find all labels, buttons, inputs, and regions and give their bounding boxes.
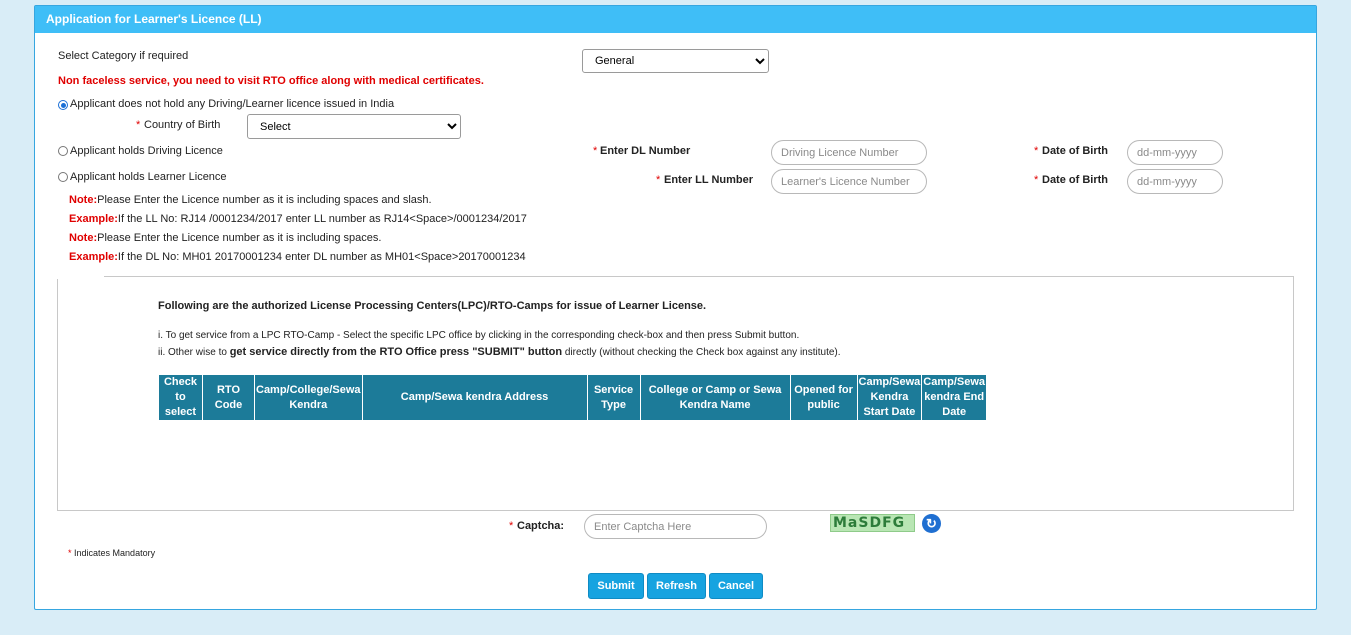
mandatory-note-text: Indicates Mandatory: [74, 548, 156, 558]
col-check-to-select: Check to select: [158, 374, 203, 421]
example-prefix: Example:: [69, 213, 118, 225]
example-line: Example:If the LL No: RJ14 /0001234/2017…: [69, 213, 527, 225]
radio-no-licence-label: Applicant does not hold any Driving/Lear…: [70, 98, 395, 110]
country-of-birth-select[interactable]: Select: [247, 114, 461, 139]
radio-no-licence[interactable]: [58, 100, 68, 110]
col-kendra-name: College or Camp or Sewa Kendra Name: [639, 374, 791, 421]
example-text: If the LL No: RJ14 /0001234/2017 enter L…: [117, 213, 527, 225]
country-required-asterisk: *: [136, 119, 141, 131]
col-rto-code: RTO Code: [202, 374, 255, 421]
ll-dob-input[interactable]: [1127, 169, 1223, 194]
radio-learner-licence-label: Applicant holds Learner Licence: [70, 171, 227, 183]
dl-dob-asterisk: *: [1034, 145, 1039, 157]
category-label: Select Category if required: [58, 50, 189, 62]
panel-title: Application for Learner's Licence (LL): [35, 6, 1316, 33]
example-prefix: Example:: [69, 251, 118, 263]
lpc-instruction-2-pre: ii. Other wise to: [158, 347, 230, 358]
example-line: Example:If the DL No: MH01 20170001234 e…: [69, 251, 526, 263]
ll-dob-asterisk: *: [1034, 174, 1039, 186]
captcha-image: MaSDFG: [830, 514, 915, 532]
dl-number-label: Enter DL Number: [600, 145, 691, 157]
example-text: If the DL No: MH01 20170001234 enter DL …: [117, 251, 526, 263]
col-camp-college-sewa-kendra: Camp/College/Sewa Kendra: [254, 374, 363, 421]
dl-dob-input[interactable]: [1127, 140, 1223, 165]
refresh-button[interactable]: Refresh: [647, 573, 706, 599]
ll-number-asterisk: *: [656, 174, 661, 186]
cancel-button[interactable]: Cancel: [709, 573, 763, 599]
radio-driving-licence-label: Applicant holds Driving Licence: [70, 145, 223, 157]
application-panel: Application for Learner's Licence (LL) S…: [34, 5, 1317, 610]
mandatory-asterisk: *: [68, 548, 72, 558]
dl-dob-label: Date of Birth: [1042, 145, 1108, 157]
col-end-date: Camp/Sewa kendra End Date: [921, 374, 988, 421]
note-text: Please Enter the Licence number as it is…: [97, 232, 382, 244]
radio-driving-licence[interactable]: [58, 146, 68, 156]
captcha-input[interactable]: [584, 514, 767, 539]
dl-number-asterisk: *: [593, 145, 598, 157]
lpc-section: Following are the authorized License Pro…: [57, 276, 1294, 511]
note-text: Please Enter the Licence number as it is…: [97, 194, 432, 206]
captcha-asterisk: *: [509, 520, 514, 532]
note-line: Note:Please Enter the Licence number as …: [69, 232, 381, 244]
submit-button[interactable]: Submit: [588, 573, 644, 599]
note-prefix: Note:: [69, 194, 98, 206]
radio-learner-licence[interactable]: [58, 172, 68, 182]
col-opened-for-public: Opened for public: [789, 374, 858, 421]
lpc-heading: Following are the authorized License Pro…: [158, 300, 707, 312]
category-select[interactable]: General: [582, 49, 769, 73]
non-faceless-warning: Non faceless service, you need to visit …: [58, 75, 484, 87]
ll-dob-label: Date of Birth: [1042, 174, 1108, 186]
lpc-table-header-row: Check to select RTO Code Camp/College/Se…: [158, 374, 988, 421]
note-prefix: Note:: [69, 232, 98, 244]
lpc-instruction-2: ii. Other wise to get service directly f…: [158, 346, 841, 358]
country-of-birth-label: Country of Birth: [144, 119, 221, 131]
lpc-instruction-2-bold: get service directly from the RTO Office…: [229, 346, 563, 358]
ll-number-label: Enter LL Number: [664, 174, 754, 186]
refresh-icon[interactable]: ↻: [922, 514, 941, 533]
captcha-label: Captcha:: [517, 520, 565, 532]
lpc-instruction-2-post: directly (without checking the Check box…: [562, 347, 841, 358]
col-camp-address: Camp/Sewa kendra Address: [361, 374, 588, 421]
lpc-instruction-1: i. To get service from a LPC RTO-Camp - …: [158, 330, 800, 341]
note-line: Note:Please Enter the Licence number as …: [69, 194, 432, 206]
dl-number-input[interactable]: [771, 140, 927, 165]
mandatory-note: * Indicates Mandatory: [68, 548, 155, 558]
ll-number-input[interactable]: [771, 169, 927, 194]
col-service-type: Service Type: [586, 374, 641, 421]
lpc-table: Check to select RTO Code Camp/College/Se…: [158, 374, 988, 421]
col-start-date: Camp/Sewa Kendra Start Date: [856, 374, 923, 421]
